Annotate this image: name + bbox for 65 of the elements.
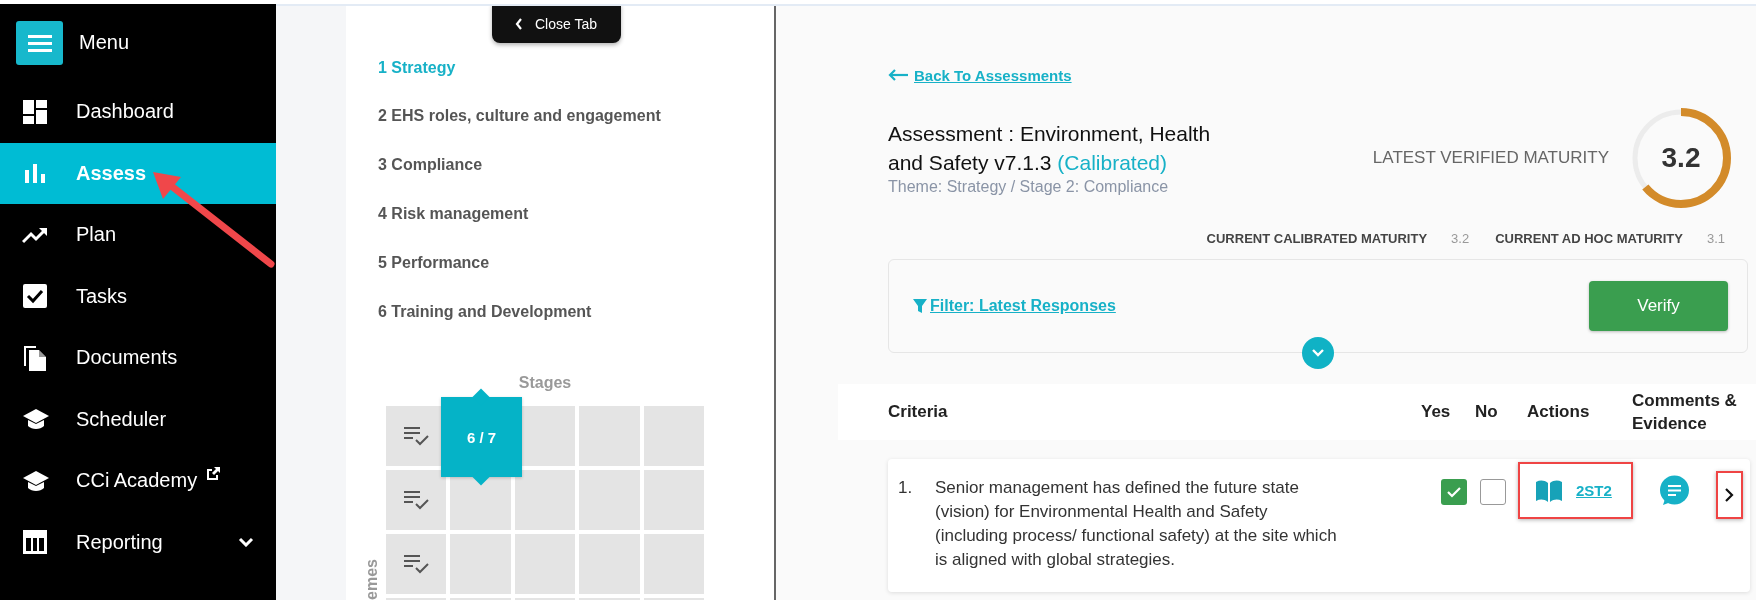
column-header: Comments & Evidence bbox=[1632, 390, 1738, 435]
grid-cell[interactable] bbox=[514, 470, 576, 530]
grid-cell[interactable] bbox=[579, 406, 640, 466]
grid-cell[interactable] bbox=[643, 534, 704, 594]
sidebar-item[interactable]: Reporting bbox=[0, 511, 276, 573]
axis-label: emes bbox=[365, 559, 379, 600]
dashboard-icon bbox=[22, 98, 48, 125]
theme-item[interactable]: 6 Training and Development bbox=[378, 302, 592, 321]
column-header: No bbox=[1475, 402, 1499, 422]
left-arrow-icon bbox=[888, 69, 908, 81]
theme-item[interactable]: 5 Performance bbox=[378, 253, 490, 272]
maturity-value: 3.1 bbox=[1706, 231, 1725, 247]
next-button[interactable] bbox=[1716, 471, 1743, 519]
menu-label: Menu bbox=[79, 31, 130, 54]
table-icon bbox=[22, 529, 48, 556]
graduation-cap-icon bbox=[22, 468, 50, 493]
maturity-label: CURRENT AD HOC MATURITY bbox=[1495, 231, 1683, 247]
column-header: Criteria bbox=[888, 402, 949, 422]
menu-icon bbox=[27, 33, 52, 52]
theme-item[interactable]: 2 EHS roles, culture and engagement bbox=[378, 107, 661, 126]
theme-item[interactable]: 4 Risk management bbox=[378, 205, 529, 223]
assessment-subtitle: Theme: Strategy / Stage 2: Compliance bbox=[888, 177, 1170, 197]
maturity-value: 3.2 bbox=[1451, 231, 1470, 247]
grid-cell[interactable] bbox=[514, 534, 576, 594]
checklist-icon bbox=[403, 425, 430, 447]
checkbox-icon bbox=[22, 283, 48, 310]
sidebar-item[interactable]: Dashboard bbox=[0, 81, 276, 143]
theme-item[interactable]: 3 Compliance bbox=[378, 156, 483, 175]
sidebar-item[interactable]: Tasks bbox=[0, 265, 276, 327]
grid-cell[interactable] bbox=[386, 470, 447, 530]
column-header: Yes bbox=[1421, 402, 1452, 422]
maturity-value: 3.2 bbox=[1661, 142, 1701, 174]
chevron-down-icon bbox=[1312, 349, 1324, 357]
grid-cell[interactable] bbox=[643, 470, 704, 530]
check-icon bbox=[1446, 486, 1462, 498]
grid-cell[interactable] bbox=[450, 534, 511, 594]
grid-cell[interactable] bbox=[579, 534, 640, 594]
assessment-title: Assessment : Environment, Health and Safety v7.1.3 (Calibrated) bbox=[888, 121, 1212, 176]
progress-tooltip: 6 / 7 bbox=[441, 388, 522, 486]
sidebar-item[interactable]: CCi Academy bbox=[0, 450, 276, 512]
book-icon bbox=[1535, 478, 1563, 503]
menu-button[interactable] bbox=[16, 20, 63, 65]
comment-icon[interactable] bbox=[1659, 475, 1690, 506]
maturity-label: LATEST VERIFIED MATURITY bbox=[1372, 148, 1609, 168]
documents-icon bbox=[22, 343, 48, 372]
criteria-text: Senior management has defined the future state (vision) for Environmental Health and Safety (including process/ functional safety) at the site which is aligned with global strategies. bbox=[935, 477, 1338, 571]
grid-cell[interactable] bbox=[643, 406, 704, 466]
column-header: Actions bbox=[1527, 402, 1591, 422]
maturity-label: CURRENT CALIBRATED MATURITY bbox=[1206, 231, 1428, 247]
sidebar-item[interactable]: Documents bbox=[0, 327, 276, 389]
expand-button[interactable] bbox=[1302, 337, 1334, 369]
checkbox[interactable] bbox=[1441, 479, 1467, 505]
row-number: 1. bbox=[897, 477, 914, 499]
checkbox[interactable] bbox=[1480, 479, 1506, 505]
grid-cell[interactable] bbox=[579, 470, 640, 530]
chevron-right-icon bbox=[1725, 488, 1734, 502]
grid-cell[interactable] bbox=[386, 534, 447, 594]
sidebar-item[interactable]: Scheduler bbox=[0, 388, 276, 450]
sidebar-item[interactable]: Plan bbox=[0, 204, 276, 266]
graduation-cap-icon bbox=[22, 407, 50, 432]
checklist-icon bbox=[403, 489, 430, 511]
funnel-icon bbox=[913, 298, 927, 314]
checklist-icon bbox=[403, 553, 430, 575]
chevron-left-icon bbox=[515, 17, 523, 30]
close-tab-button[interactable]: Close Tab bbox=[491, 6, 621, 44]
